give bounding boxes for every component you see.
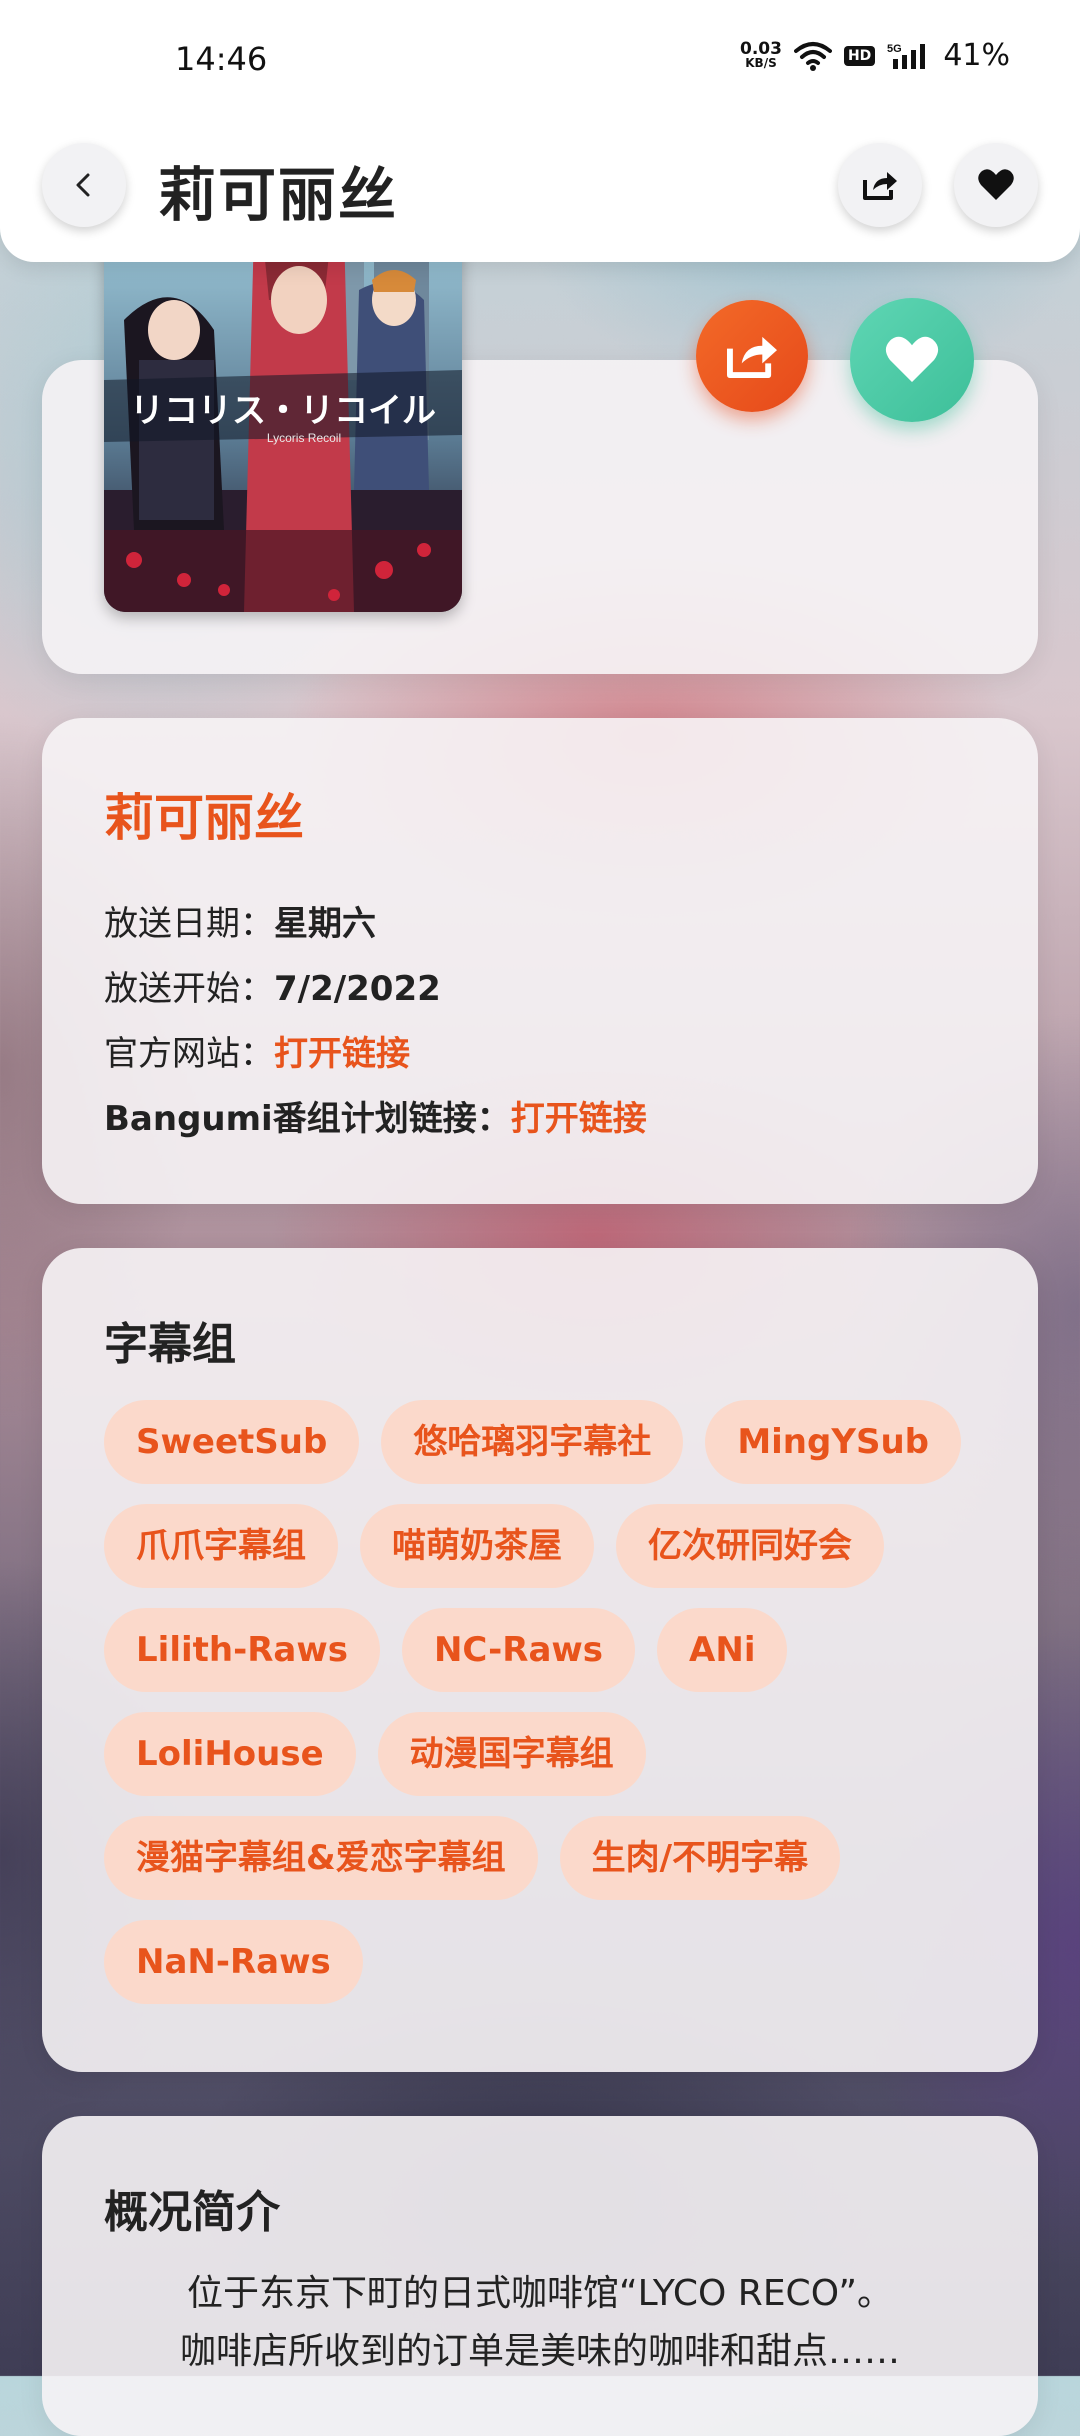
chip-nan-raws[interactable]: NaN-Raws (104, 1920, 363, 2004)
broadcast-start-row: 放送开始：7/2/2022 (104, 961, 441, 1010)
chip-zhuazhua[interactable]: 爪爪字幕组 (104, 1504, 338, 1588)
poster-title: リコリス・リコイル (130, 391, 436, 431)
poster-subtitle: Lycoris Recoil (267, 431, 341, 445)
status-icons: 0.03 KB/S HD 5G 41% (740, 38, 1010, 73)
heart-icon (885, 336, 939, 383)
chevron-left-icon (76, 173, 90, 197)
summary-card: 概况简介 位于东京下町的日式咖啡馆“LYCO RECO”。 咖啡店所收到的订单是… (42, 2116, 1038, 2436)
chip-lilith-raws[interactable]: Lilith-Raws (104, 1608, 380, 1692)
chip-lolihouse[interactable]: LoliHouse (104, 1712, 356, 1796)
favorite-fab[interactable] (850, 298, 974, 422)
broadcast-day-value: 星期六 (274, 904, 376, 944)
summary-line-1: 位于东京下町的日式咖啡馆“LYCO RECO”。 (186, 2273, 894, 2314)
share-icon (863, 172, 897, 200)
chip-manmao-ailian[interactable]: 漫猫字幕组&爱恋字幕组 (104, 1816, 538, 1900)
back-button[interactable] (42, 143, 126, 227)
chip-raw-unknown[interactable]: 生肉/不明字幕 (559, 1816, 841, 1900)
svg-text:5G: 5G (887, 43, 902, 55)
broadcast-day-label: 放送日期： (104, 904, 274, 944)
favorite-button[interactable] (954, 143, 1038, 227)
subtitle-groups-title: 字幕组 (104, 1319, 236, 1370)
app-header: 14:46 0.03 KB/S HD 5G 41% 莉可丽丝 (0, 0, 1080, 262)
summary-title: 概况简介 (104, 2187, 280, 2238)
chip-nc-raws[interactable]: NC-Raws (401, 1608, 636, 1692)
network-speed: 0.03 KB/S (740, 39, 782, 70)
bangumi-link[interactable]: 打开链接 (511, 1099, 647, 1139)
share-button[interactable] (838, 143, 922, 227)
chip-miaomeng[interactable]: 喵萌奶茶屋 (360, 1504, 594, 1588)
broadcast-start-value: 7/2/2022 (274, 969, 441, 1009)
anime-title: 莉可丽丝 (104, 789, 304, 847)
chip-ani[interactable]: ANi (657, 1608, 788, 1692)
summary-line-2: 咖啡店所收到的订单是美味的咖啡和甜点…… (179, 2331, 900, 2372)
status-time: 14:46 (175, 40, 268, 78)
heart-icon (978, 169, 1014, 200)
signal-icon: 5G (887, 43, 926, 69)
official-site-label: 官方网站： (104, 1034, 274, 1074)
cover-image[interactable]: リコリス・リコイル Lycoris Recoil (104, 230, 462, 612)
chip-mingysub[interactable]: MingYSub (705, 1400, 961, 1484)
chip-yiciyan[interactable]: 亿次研同好会 (616, 1504, 884, 1588)
network-speed-value: 0.03 (740, 39, 782, 59)
official-site-link[interactable]: 打开链接 (274, 1034, 410, 1074)
info-card: 莉可丽丝 放送日期：星期六 放送开始：7/2/2022 官方网站：打开链接 Ba… (42, 718, 1038, 1204)
subtitle-groups-card: 字幕组 SweetSub 悠哈璃羽字幕社 MingYSub 爪爪字幕组 喵萌奶茶… (42, 1248, 1038, 2072)
share-icon (726, 336, 777, 379)
official-site-row: 官方网站：打开链接 (104, 1026, 410, 1075)
network-speed-unit: KB/S (745, 56, 777, 70)
page-title: 莉可丽丝 (158, 161, 399, 229)
wifi-icon (793, 41, 832, 71)
chip-sweetsub[interactable]: SweetSub (104, 1400, 360, 1484)
chip-youharilu[interactable]: 悠哈璃羽字幕社 (381, 1400, 684, 1484)
bangumi-row: Bangumi番组计划链接：打开链接 (104, 1091, 647, 1140)
broadcast-start-label: 放送开始： (104, 969, 274, 1009)
hd-icon: HD (843, 45, 876, 66)
bangumi-label: Bangumi番组计划链接： (104, 1099, 511, 1139)
anime-poster: リコリス・リコイル Lycoris Recoil (104, 230, 462, 612)
broadcast-day-row: 放送日期：星期六 (104, 896, 376, 945)
chip-dongmanguo[interactable]: 动漫国字幕组 (377, 1712, 646, 1796)
share-fab[interactable] (696, 300, 808, 412)
battery-level: 41% (943, 38, 1010, 73)
subtitle-group-chips: SweetSub 悠哈璃羽字幕社 MingYSub 爪爪字幕组 喵萌奶茶屋 亿次… (104, 1400, 1004, 2004)
